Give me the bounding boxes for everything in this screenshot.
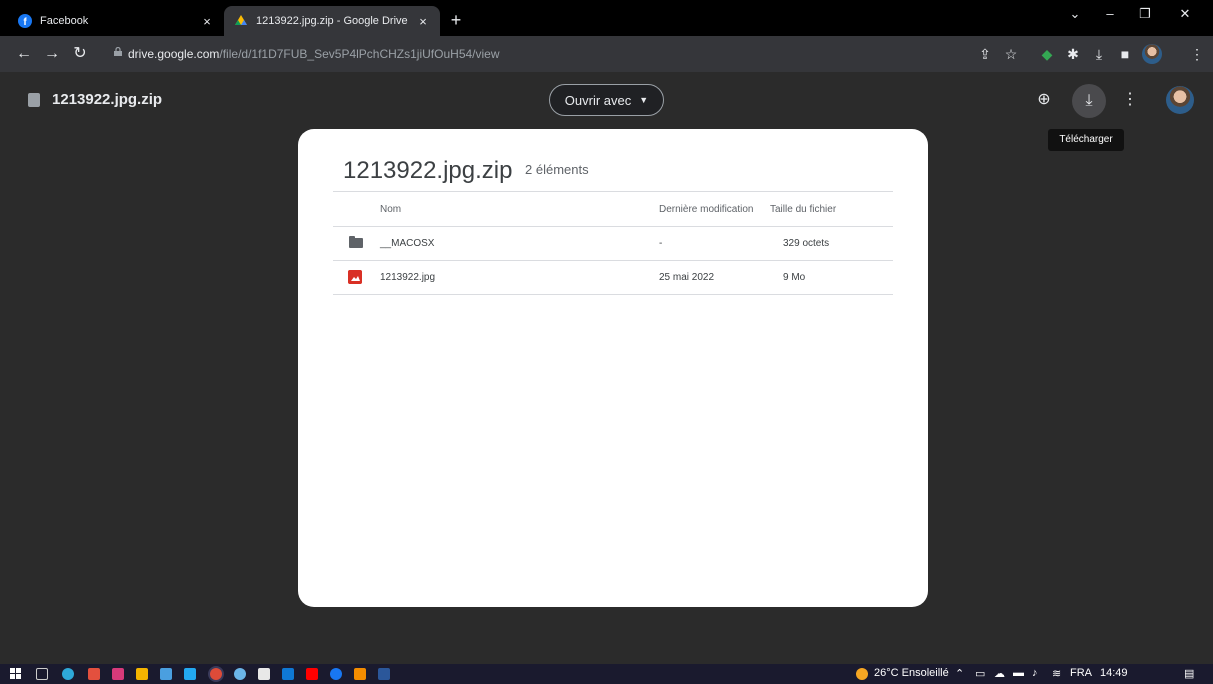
row-modified: - [659, 238, 663, 249]
puzzle-icon[interactable]: ✱ [1064, 45, 1082, 63]
new-tab-button[interactable]: + [446, 10, 466, 30]
table-row[interactable]: __MACOSX - 329 octets [333, 227, 893, 261]
battery-icon[interactable]: ▬ [1013, 667, 1024, 679]
row-name: 1213922.jpg [380, 272, 436, 283]
close-window-icon[interactable]: ✕ [1170, 6, 1200, 22]
open-with-button[interactable]: Ouvrir avec ▼ [549, 84, 664, 116]
more-options-icon[interactable]: ⋮ [1118, 88, 1142, 112]
word-icon[interactable] [378, 668, 390, 680]
side-panel-icon[interactable]: ■ [1116, 45, 1134, 63]
app-icon[interactable] [112, 668, 124, 680]
file-explorer-icon[interactable] [136, 668, 148, 680]
caret-down-icon: ▼ [639, 95, 649, 105]
task-view-icon[interactable] [36, 668, 48, 680]
bookmark-star-icon[interactable]: ☆ [1002, 45, 1020, 63]
vscode-icon[interactable] [184, 668, 196, 680]
windows-start-icon[interactable] [10, 668, 22, 680]
download-tooltip: Télécharger [1048, 129, 1124, 151]
download-button[interactable]: ⤓ [1072, 84, 1106, 118]
row-modified: 25 mai 2022 [659, 272, 715, 283]
item-count: 2 éléments [525, 162, 589, 177]
downloads-icon[interactable]: ⤓ [1090, 45, 1108, 63]
row-name: __MACOSX [380, 238, 435, 249]
column-name-header: Nom [380, 204, 402, 215]
reload-icon[interactable]: ↻ [70, 44, 90, 64]
archive-preview-card: 1213922.jpg.zip 2 éléments Nom Dernière … [298, 129, 928, 607]
browser-tab-strip: f Facebook × 1213922.jpg.zip - Google Dr… [0, 0, 1213, 36]
column-modified-header: Dernière modification [659, 204, 754, 215]
app-icon[interactable] [234, 668, 246, 680]
back-icon[interactable]: ← [14, 44, 34, 64]
language-indicator[interactable]: FRA [1070, 667, 1092, 679]
facebook-taskbar-icon[interactable] [330, 668, 342, 680]
chrome-icon[interactable] [210, 668, 222, 680]
tray-chevron-icon[interactable]: ⌃ [955, 667, 964, 680]
tab-title: 1213922.jpg.zip - Google Drive [256, 15, 408, 27]
image-icon [348, 270, 362, 284]
share-icon[interactable]: ⇪ [976, 45, 994, 63]
column-size-header: Taille du fichier [770, 204, 837, 215]
app-icon[interactable] [88, 668, 100, 680]
url-path: /file/d/1f1D7FUB_Sev5P4lPchCHZs1jiUfOuH5… [219, 47, 500, 61]
archive-title: 1213922.jpg.zip [343, 157, 513, 184]
tab-google-drive[interactable]: 1213922.jpg.zip - Google Drive × [224, 6, 440, 36]
wifi-icon[interactable]: ≋ [1052, 667, 1061, 680]
add-shortcut-drive-icon[interactable]: ⊕ [1032, 88, 1056, 112]
download-icon: ⤓ [1085, 92, 1093, 109]
forward-icon[interactable]: → [42, 44, 62, 64]
profile-avatar[interactable] [1142, 44, 1162, 64]
vlc-icon[interactable] [354, 668, 366, 680]
outlook-icon[interactable] [282, 668, 294, 680]
edge-icon[interactable] [62, 668, 74, 680]
url-host: drive.google.com [128, 47, 220, 61]
file-name: 1213922.jpg.zip [52, 91, 163, 108]
notepad-icon[interactable] [160, 668, 172, 680]
google-drive-icon [235, 15, 247, 25]
weather-text[interactable]: 26°C Ensoleillé [874, 667, 949, 679]
chevron-down-icon[interactable]: ⌄ [1060, 6, 1090, 22]
address-bar[interactable]: drive.google.com/file/d/1f1D7FUB_Sev5P4l… [104, 41, 964, 67]
table-row[interactable]: 1213922.jpg 25 mai 2022 9 Mo [333, 261, 893, 295]
close-tab-icon[interactable]: × [416, 14, 430, 29]
table-header: Nom Dernière modification Taille du fich… [333, 191, 893, 227]
wordpad-icon[interactable] [258, 668, 270, 680]
restore-icon[interactable]: ❐ [1130, 6, 1160, 22]
url-text: drive.google.com/file/d/1f1D7FUB_Sev5P4l… [128, 47, 500, 61]
cloud-icon[interactable]: ☁ [994, 667, 1005, 680]
notifications-icon[interactable]: ▤ [1184, 667, 1194, 680]
zip-file-icon [28, 93, 40, 107]
close-tab-icon[interactable]: × [200, 14, 214, 29]
open-with-label: Ouvrir avec [564, 92, 632, 108]
windows-taskbar: 26°C Ensoleillé ⌃ ▭ ☁ ▬ ♪ ≋ FRA 14:49 ▤ [0, 664, 1213, 684]
more-menu-icon[interactable]: ⋮ [1188, 45, 1206, 63]
weather-sun-icon[interactable] [856, 668, 868, 680]
clock[interactable]: 14:49 [1100, 667, 1128, 679]
row-size: 9 Mo [783, 272, 806, 283]
tab-title: Facebook [40, 15, 89, 27]
row-size: 329 octets [783, 238, 830, 249]
tray-app-icon[interactable]: ▭ [975, 667, 985, 680]
facebook-icon: f [18, 14, 32, 28]
minimize-icon[interactable]: – [1095, 6, 1125, 21]
lock-icon [114, 47, 122, 56]
tab-facebook[interactable]: f Facebook × [8, 6, 224, 36]
extension-icon[interactable]: ◆ [1038, 45, 1056, 63]
folder-icon [349, 236, 363, 248]
account-avatar[interactable] [1166, 86, 1194, 114]
volume-icon[interactable]: ♪ [1032, 667, 1038, 679]
youtube-icon[interactable] [306, 668, 318, 680]
